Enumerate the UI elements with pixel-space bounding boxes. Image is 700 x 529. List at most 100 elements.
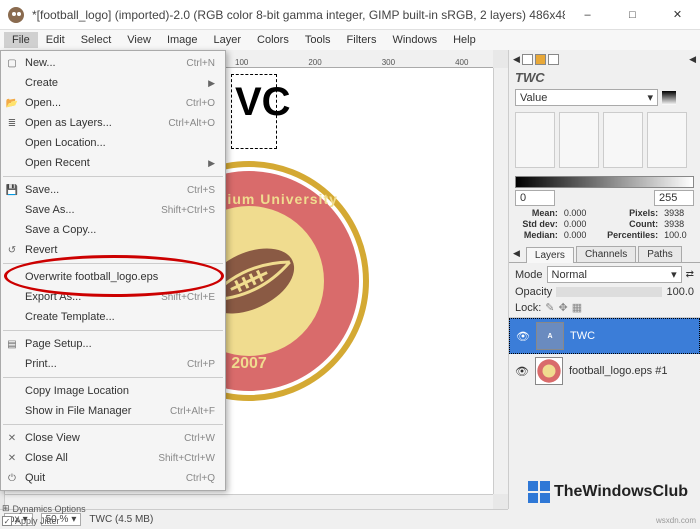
range-max[interactable]: 255	[654, 190, 694, 206]
layer-thumb	[535, 357, 563, 385]
menu-item-close-view[interactable]: ✕Close ViewCtrl+W	[1, 428, 225, 448]
close-icon: ✕	[5, 431, 19, 445]
menu-item-export-as[interactable]: Export As...Shift+Ctrl+E	[1, 287, 225, 307]
opacity-value: 100.0	[666, 286, 694, 298]
save-icon: 💾	[5, 183, 19, 197]
menu-item-show-in-file-manager[interactable]: Show in File ManagerCtrl+Alt+F	[1, 401, 225, 421]
stat-value: 100.0	[664, 230, 694, 240]
layer-thumb: A	[536, 322, 564, 350]
submenu-arrow-icon: ▶	[208, 78, 215, 89]
menu-item-overwrite[interactable]: Overwrite football_logo.eps	[1, 267, 225, 287]
range-min[interactable]: 0	[515, 190, 555, 206]
stat-value: 3938	[664, 219, 694, 229]
checkbox-icon: ✓	[2, 516, 12, 526]
menu-item-print[interactable]: Print...Ctrl+P	[1, 354, 225, 374]
apply-jitter-checkbox[interactable]: ✓Apply Jitter	[2, 515, 86, 527]
watermark: TheWindowsClub	[528, 481, 688, 503]
close-button[interactable]: ✕	[655, 0, 700, 30]
stat-value: 0.000	[564, 219, 594, 229]
window-title: *[football_logo] (imported)-2.0 (RGB col…	[32, 8, 565, 22]
ruler-tick: 100	[235, 58, 248, 67]
stat-label: Pixels:	[600, 208, 658, 218]
titlebar: *[football_logo] (imported)-2.0 (RGB col…	[0, 0, 700, 30]
watermark-text: TheWindowsClub	[554, 483, 688, 501]
menu-item-open[interactable]: 📂Open...Ctrl+O	[1, 93, 225, 113]
menu-separator	[3, 176, 223, 177]
lock-alpha-icon[interactable]: ▦	[572, 301, 582, 314]
minimize-button[interactable]: –	[565, 0, 610, 30]
menu-separator	[3, 424, 223, 425]
eye-icon[interactable]: 👁	[515, 365, 529, 378]
ruler-tick: 300	[382, 58, 395, 67]
revert-icon: ↺	[5, 243, 19, 257]
maximize-button[interactable]: □	[610, 0, 655, 30]
stat-label: Std dev:	[515, 219, 558, 229]
menu-item-create-template[interactable]: Create Template...	[1, 307, 225, 327]
menu-item-copy-location[interactable]: Copy Image Location	[1, 381, 225, 401]
menu-file[interactable]: File	[4, 32, 38, 48]
menu-item-save-copy[interactable]: Save a Copy...	[1, 220, 225, 240]
menu-item-save[interactable]: 💾Save...Ctrl+S	[1, 180, 225, 200]
tabs-menu-icon[interactable]: ◀	[509, 246, 524, 262]
layers-icon: ≣	[5, 116, 19, 130]
dock-menu-icon[interactable]: ◀	[689, 54, 696, 65]
dock-title: TWC	[509, 68, 700, 87]
menu-windows[interactable]: Windows	[384, 32, 445, 48]
menu-item-open-recent[interactable]: Open Recent▶	[1, 153, 225, 173]
menu-item-close-all[interactable]: ✕Close AllShift+Ctrl+W	[1, 448, 225, 468]
color-swatch-orange[interactable]	[535, 54, 546, 65]
histogram-linear-icon[interactable]	[680, 91, 694, 105]
menu-item-save-as[interactable]: Save As...Shift+Ctrl+S	[1, 200, 225, 220]
mode-label: Mode	[515, 269, 543, 281]
menu-separator	[3, 377, 223, 378]
color-swatch-white[interactable]	[522, 54, 533, 65]
menu-select[interactable]: Select	[73, 32, 120, 48]
menu-item-quit[interactable]: ⏻QuitCtrl+Q	[1, 468, 225, 488]
opacity-slider[interactable]	[556, 287, 662, 297]
histogram-channel-combo[interactable]: Value ▾	[515, 89, 658, 106]
lock-position-icon[interactable]: ✥	[559, 301, 568, 314]
scrollbar-vertical[interactable]	[493, 68, 508, 494]
menu-edit[interactable]: Edit	[38, 32, 73, 48]
menu-filters[interactable]: Filters	[339, 32, 385, 48]
tab-channels[interactable]: Channels	[576, 246, 636, 262]
stat-label: Count:	[600, 219, 658, 229]
layer-name: football_logo.eps #1	[569, 365, 667, 377]
windows-logo-icon	[528, 481, 550, 503]
new-icon: ▢	[5, 56, 19, 70]
layer-item-logo[interactable]: 👁 football_logo.eps #1	[509, 354, 700, 388]
lock-label: Lock:	[515, 302, 541, 314]
stat-value: 0.000	[564, 230, 594, 240]
menu-item-new[interactable]: ▢New...Ctrl+N	[1, 53, 225, 73]
stat-label: Median:	[515, 230, 558, 240]
menu-item-create[interactable]: Create▶	[1, 73, 225, 93]
histogram-thumb	[559, 112, 599, 168]
menu-tools[interactable]: Tools	[297, 32, 339, 48]
menu-item-revert[interactable]: ↺Revert	[1, 240, 225, 260]
stat-label: Mean:	[515, 208, 558, 218]
color-swatch-white2[interactable]	[548, 54, 559, 65]
blend-mode-combo[interactable]: Normal ▾	[547, 266, 682, 283]
chevron-down-icon: ▾	[647, 91, 653, 104]
lock-pixels-icon[interactable]: ✎	[545, 301, 554, 314]
menu-view[interactable]: View	[119, 32, 159, 48]
menu-separator	[3, 263, 223, 264]
histogram-mode-icon[interactable]	[662, 91, 676, 105]
menu-layer[interactable]: Layer	[206, 32, 250, 48]
menu-help[interactable]: Help	[445, 32, 484, 48]
eye-icon[interactable]: 👁	[516, 330, 530, 343]
dynamics-options-expander[interactable]: ⊞Dynamics Options	[2, 502, 86, 515]
tab-layers[interactable]: Layers	[526, 247, 574, 263]
menu-colors[interactable]: Colors	[249, 32, 297, 48]
triangle-icon[interactable]: ◀	[513, 54, 520, 65]
tab-paths[interactable]: Paths	[638, 246, 682, 262]
menu-item-page-setup[interactable]: ▤Page Setup...	[1, 334, 225, 354]
menu-item-open-layers[interactable]: ≣Open as Layers...Ctrl+Alt+O	[1, 113, 225, 133]
layer-item-twc[interactable]: 👁 A TWC	[509, 318, 700, 354]
close-all-icon: ✕	[5, 451, 19, 465]
menu-image[interactable]: Image	[159, 32, 206, 48]
menu-item-open-location[interactable]: Open Location...	[1, 133, 225, 153]
mode-switch-icon[interactable]: ⇄	[686, 269, 694, 280]
layer-name: TWC	[570, 330, 595, 342]
gradient-strip	[515, 176, 694, 188]
